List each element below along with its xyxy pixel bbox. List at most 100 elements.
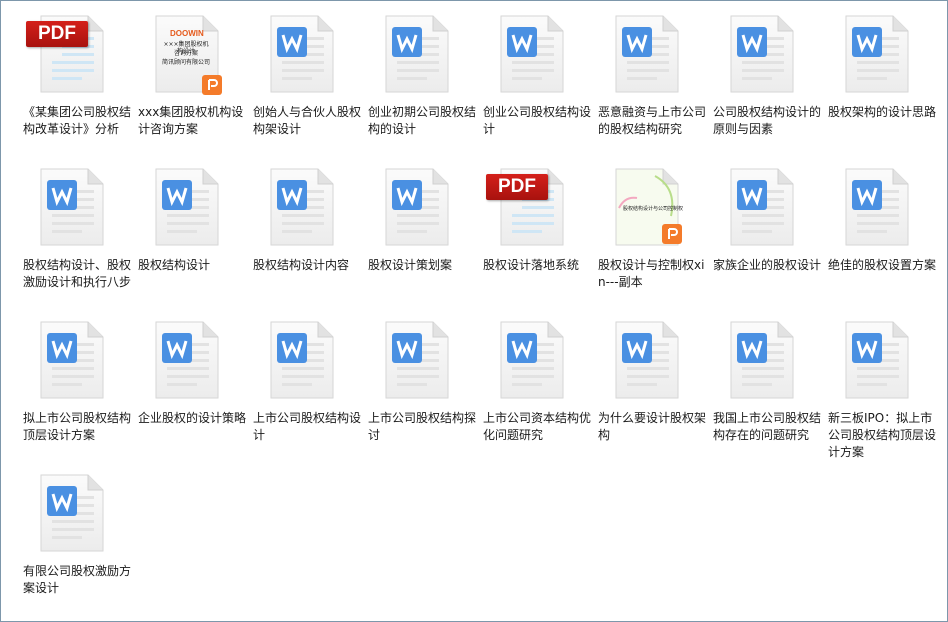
file-item[interactable]: 为什么要设计股权架构: [594, 315, 709, 468]
file-name-label: 上市公司股权结构探讨: [368, 411, 477, 442]
file-name-label: 有限公司股权激励方案设计: [23, 564, 132, 595]
word-w-badge-icon: [162, 333, 192, 363]
file-item[interactable]: 股权架构的设计思路: [824, 9, 939, 162]
word-doc-icon: [261, 166, 347, 248]
file-name-label: 股权架构的设计思路: [828, 105, 937, 119]
file-item[interactable]: 家族企业的股权设计: [709, 162, 824, 315]
file-item[interactable]: 上市公司资本结构优化问题研究: [479, 315, 594, 468]
pdf-badge-icon: PDF: [486, 174, 548, 200]
file-item[interactable]: 创业初期公司股权结构的设计: [364, 9, 479, 162]
word-doc-icon: [606, 13, 692, 95]
file-name-label: 绝佳的股权设置方案: [828, 258, 937, 272]
word-w-badge-icon: [392, 333, 422, 363]
file-grid: PDF 《某集团公司股权结构改革设计》分析 DOOWIN ×××集团股权机构设计 咨询…: [19, 9, 939, 621]
word-doc-icon: [836, 319, 922, 401]
pdf-badge-icon: PDF: [26, 21, 88, 47]
file-name-label: 股权设计策划案: [368, 258, 453, 272]
word-w-badge-icon: [622, 27, 652, 57]
file-name-label: 股权设计落地系统: [483, 258, 580, 272]
file-item[interactable]: 有限公司股权激励方案设计: [19, 468, 134, 621]
file-item[interactable]: 上市公司股权结构设计: [249, 315, 364, 468]
word-doc-icon: [721, 166, 807, 248]
word-w-badge-icon: [392, 180, 422, 210]
file-item[interactable]: 创业公司股权结构设计: [479, 9, 594, 162]
word-doc-icon: [721, 319, 807, 401]
file-name-label: xxx集团股权机构设计咨询方案: [138, 105, 244, 136]
word-doc-icon: [146, 166, 232, 248]
word-doc-icon: [146, 319, 232, 401]
thumbnail-text: 股权结构设计与公司控制权: [622, 206, 683, 212]
file-name-label: 上市公司股权结构设计: [253, 411, 362, 442]
file-name-label: 股权结构设计、股权激励设计和执行八步: [23, 258, 132, 289]
file-item[interactable]: 新三板IPO：拟上市公司股权结构顶层设计方案: [824, 315, 939, 468]
file-item[interactable]: 拟上市公司股权结构顶层设计方案: [19, 315, 134, 468]
word-doc-icon: [606, 319, 692, 401]
word-w-badge-icon: [277, 27, 307, 57]
word-w-badge-icon: [47, 333, 77, 363]
word-doc-icon: [261, 319, 347, 401]
file-name-label: 上市公司资本结构优化问题研究: [483, 411, 592, 442]
file-name-label: 创业公司股权结构设计: [483, 105, 592, 136]
file-item[interactable]: 上市公司股权结构探讨: [364, 315, 479, 468]
file-name-label: 股权结构设计: [138, 258, 211, 272]
thumbnail-text: 简讯顾问有限公司: [162, 59, 211, 66]
file-item[interactable]: PDF 《某集团公司股权结构改革设计》分析: [19, 9, 134, 162]
word-w-badge-icon: [852, 333, 882, 363]
word-doc-icon: [491, 319, 577, 401]
file-item[interactable]: 恶意融资与上市公司的股权结构研究: [594, 9, 709, 162]
presentation-thumbnail-icon: 股权结构设计与公司控制权: [606, 166, 692, 248]
word-w-badge-icon: [507, 333, 537, 363]
file-item[interactable]: 创始人与合伙人股权构架设计: [249, 9, 364, 162]
word-w-badge-icon: [507, 27, 537, 57]
word-doc-icon: [376, 319, 462, 401]
file-item[interactable]: 股权结构设计: [134, 162, 249, 315]
file-item[interactable]: DOOWIN ×××集团股权机构设计 咨询方案 简讯顾问有限公司 xxx集团股权机构设计…: [134, 9, 249, 162]
file-name-label: 创业初期公司股权结构的设计: [368, 105, 477, 136]
file-name-label: 创始人与合伙人股权构架设计: [253, 105, 362, 136]
file-name-label: 股权结构设计内容: [253, 258, 350, 272]
file-name-label: 企业股权的设计策略: [138, 411, 247, 425]
word-w-badge-icon: [277, 180, 307, 210]
file-name-label: 拟上市公司股权结构顶层设计方案: [23, 411, 132, 442]
file-name-label: 家族企业的股权设计: [713, 258, 822, 272]
presentation-badge-icon: [202, 75, 222, 95]
word-doc-icon: [31, 319, 117, 401]
file-item[interactable]: 企业股权的设计策略: [134, 315, 249, 468]
word-w-badge-icon: [162, 180, 192, 210]
file-item[interactable]: 股权结构设计内容: [249, 162, 364, 315]
thumbnail-brand-logo: DOOWIN: [170, 29, 204, 38]
word-w-badge-icon: [737, 27, 767, 57]
word-w-badge-icon: [47, 486, 77, 516]
file-name-label: 股权设计与控制权xin---副本: [598, 258, 705, 289]
presentation-thumbnail-icon: DOOWIN ×××集团股权机构设计 咨询方案 简讯顾问有限公司: [146, 13, 232, 95]
word-w-badge-icon: [737, 180, 767, 210]
word-doc-icon: [31, 166, 117, 248]
word-w-badge-icon: [47, 180, 77, 210]
file-item[interactable]: 绝佳的股权设置方案: [824, 162, 939, 315]
word-doc-icon: [836, 13, 922, 95]
word-w-badge-icon: [852, 180, 882, 210]
word-doc-icon: [31, 472, 117, 554]
word-doc-icon: [261, 13, 347, 95]
thumbnail-text: 咨询方案: [173, 50, 198, 57]
file-name-label: 为什么要设计股权架构: [598, 411, 707, 442]
file-item[interactable]: 公司股权结构设计的原则与因素: [709, 9, 824, 162]
word-w-badge-icon: [622, 333, 652, 363]
file-name-label: 恶意融资与上市公司的股权结构研究: [598, 105, 707, 136]
word-w-badge-icon: [277, 333, 307, 363]
word-doc-icon: [376, 13, 462, 95]
file-name-label: 公司股权结构设计的原则与因素: [713, 105, 822, 136]
file-item[interactable]: 我国上市公司股权结构存在的问题研究: [709, 315, 824, 468]
file-name-label: 新三板IPO：拟上市公司股权结构顶层设计方案: [828, 411, 937, 459]
word-doc-icon: [836, 166, 922, 248]
word-w-badge-icon: [392, 27, 422, 57]
pdf-icon: PDF: [486, 166, 577, 248]
file-name-label: 《某集团公司股权结构改革设计》分析: [23, 105, 132, 136]
file-item[interactable]: 股权结构设计与公司控制权股权设计与控制权xin---副本: [594, 162, 709, 315]
file-name-label: 我国上市公司股权结构存在的问题研究: [713, 411, 822, 442]
word-doc-icon: [721, 13, 807, 95]
file-item[interactable]: 股权设计策划案: [364, 162, 479, 315]
file-item[interactable]: PDF 股权设计落地系统: [479, 162, 594, 315]
pdf-icon: PDF: [26, 13, 117, 95]
file-item[interactable]: 股权结构设计、股权激励设计和执行八步: [19, 162, 134, 315]
